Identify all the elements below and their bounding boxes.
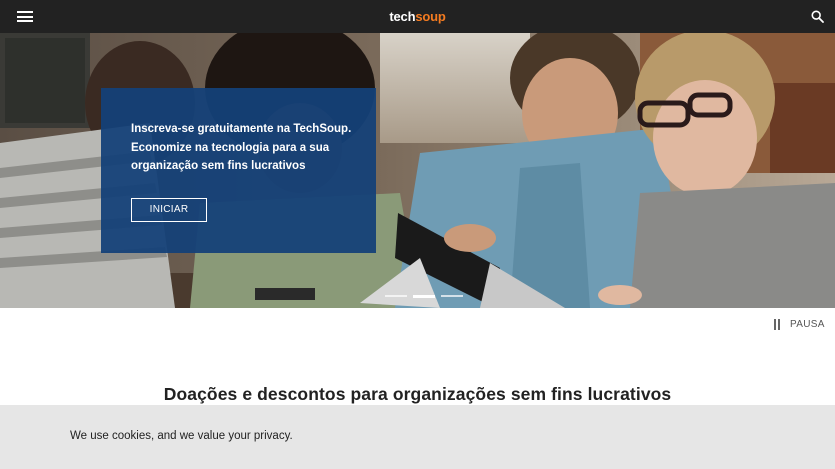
page: techsoup Inscreva-se gratuitamente na Te…: [0, 0, 835, 469]
carousel-dot[interactable]: [441, 295, 463, 297]
top-nav-bar: techsoup: [0, 0, 835, 33]
hamburger-menu-icon[interactable]: [17, 11, 33, 22]
hero-carousel: Inscreva-se gratuitamente na TechSoup. E…: [0, 33, 835, 308]
pause-icon: [773, 319, 781, 330]
logo-soup-text: soup: [415, 9, 446, 24]
techsoup-logo[interactable]: techsoup: [0, 0, 835, 33]
promo-text: Inscreva-se gratuitamente na TechSoup. E…: [131, 123, 352, 172]
cookie-text: We use cookies, and we value your privac…: [70, 430, 293, 442]
search-icon[interactable]: [811, 10, 824, 23]
cookie-banner: We use cookies, and we value your privac…: [0, 405, 835, 469]
promo-box: Inscreva-se gratuitamente na TechSoup. E…: [101, 88, 376, 253]
iniciar-button[interactable]: INICIAR: [131, 198, 207, 222]
carousel-dot[interactable]: [385, 295, 407, 297]
section-heading: Doações e descontos para organizações se…: [163, 384, 672, 404]
carousel-dot-active[interactable]: [413, 295, 435, 298]
logo-tech-text: tech: [389, 9, 416, 24]
pause-label: PAUSA: [790, 319, 825, 330]
